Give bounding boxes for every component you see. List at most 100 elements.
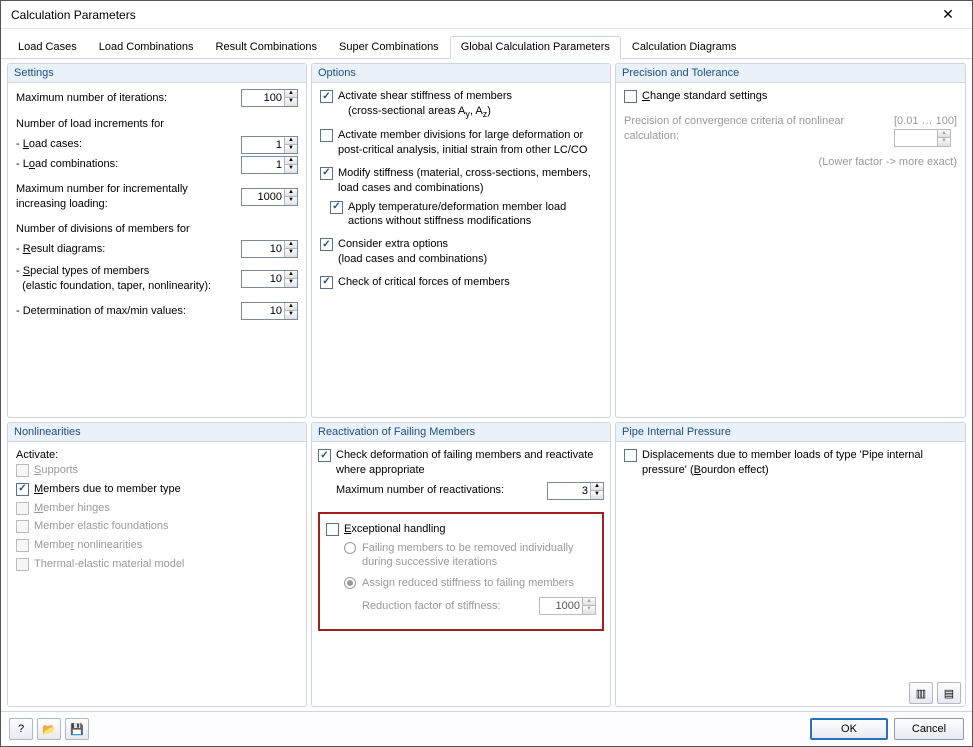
load-cases-input[interactable] [242, 137, 284, 153]
spinner-up-icon[interactable]: ▲ [285, 241, 297, 249]
spinner-down-icon[interactable]: ▼ [285, 279, 297, 287]
load-comb-spinner[interactable]: ▲▼ [241, 156, 298, 174]
chk-modify-stiffness[interactable]: Modify stiffness (material, cross-sectio… [320, 166, 602, 196]
max-iter-input[interactable] [242, 90, 284, 106]
chk-member-nonlin: Member nonlinearities [16, 538, 298, 553]
spinner-up-icon[interactable]: ▲ [285, 303, 297, 311]
checkbox-icon[interactable] [318, 449, 331, 462]
tab-load-combinations[interactable]: Load Combinations [88, 36, 205, 59]
tab-result-combinations[interactable]: Result Combinations [205, 36, 329, 59]
max-incr-spinner[interactable]: ▲▼ [241, 188, 298, 206]
panel-precision: Precision and Tolerance Change standard … [615, 63, 966, 418]
chk-apply-temp[interactable]: Apply temperature/deformation member loa… [330, 200, 602, 230]
chk-extra-options[interactable]: Consider extra options(load cases and co… [320, 237, 602, 267]
spinner-down-icon[interactable]: ▼ [285, 98, 297, 106]
toolbar-icon-1[interactable]: ▥ [909, 682, 933, 704]
chk-check-def-label: Check deformation of failing members and… [336, 448, 604, 478]
spec-types-spinner[interactable]: ▲▼ [241, 270, 298, 288]
spinner-down-icon[interactable]: ▼ [285, 145, 297, 153]
checkbox-icon [16, 520, 29, 533]
spinner-up-icon[interactable]: ▲ [591, 483, 603, 491]
det-spinner[interactable]: ▲▼ [241, 302, 298, 320]
det-label: - Determination of max/min values: [16, 304, 235, 319]
conv-hint: (Lower factor -> more exact) [624, 155, 957, 170]
close-icon[interactable]: ✕ [930, 4, 966, 26]
titlebar-title: Calculation Parameters [11, 8, 136, 22]
chk-exceptional[interactable]: Exceptional handling [326, 522, 596, 537]
spinner-down-icon[interactable]: ▼ [285, 165, 297, 173]
checkbox-icon[interactable] [326, 523, 339, 536]
spinner-down-icon[interactable]: ▼ [591, 491, 603, 499]
chk-change-settings[interactable]: Change standard settings [624, 89, 957, 104]
panel-options: Options Activate shear stiffness of memb… [311, 63, 611, 418]
titlebar: Calculation Parameters ✕ [1, 1, 972, 29]
res-diag-spinner[interactable]: ▲▼ [241, 240, 298, 258]
checkbox-icon [16, 539, 29, 552]
activate-label: Activate: [16, 448, 298, 463]
checkbox-icon[interactable] [624, 449, 637, 462]
ok-button[interactable]: OK [810, 718, 888, 740]
max-react-label: Maximum number of reactivations: [336, 483, 541, 498]
chk-member-divisions[interactable]: Activate member divisions for large defo… [320, 128, 602, 158]
panel-reactivation: Reactivation of Failing Members Check de… [311, 422, 611, 707]
save-icon[interactable]: 💾 [65, 718, 89, 740]
num-incr-heading: Number of load increments for [16, 117, 298, 132]
panel-nonlinearities: Nonlinearities Activate: Supports Member… [7, 422, 307, 707]
tab-load-cases[interactable]: Load Cases [7, 36, 88, 59]
load-cases-label: oad cases: [29, 138, 82, 150]
max-iter-label: Maximum number of iterations: [16, 91, 235, 106]
checkbox-icon[interactable] [330, 201, 343, 214]
conv-label: Precision of convergence criteria of non… [624, 114, 884, 144]
conv-range: [0.01 … 100] [894, 114, 957, 129]
open-icon[interactable]: 📂 [37, 718, 61, 740]
res-diag-input[interactable] [242, 241, 284, 257]
max-iter-spinner[interactable]: ▲▼ [241, 89, 298, 107]
tab-global-calc-params[interactable]: Global Calculation Parameters [450, 36, 621, 59]
spinner-down-icon[interactable]: ▼ [285, 311, 297, 319]
chk-check-deformation[interactable]: Check deformation of failing members and… [318, 448, 604, 478]
det-input[interactable] [242, 303, 284, 319]
spinner-up-icon[interactable]: ▲ [285, 90, 297, 98]
chk-critical-forces-label: Check of critical forces of members [338, 275, 510, 290]
panel-head-pipe: Pipe Internal Pressure [616, 423, 965, 442]
checkbox-icon[interactable] [320, 90, 333, 103]
spec-types-input[interactable] [242, 271, 284, 287]
tab-super-combinations[interactable]: Super Combinations [328, 36, 450, 59]
max-incr-label: Maximum number for incrementallyincreasi… [16, 182, 235, 212]
chk-members-type[interactable]: Members due to member type [16, 482, 298, 497]
max-incr-input[interactable] [242, 189, 284, 205]
spinner-up-icon[interactable]: ▲ [285, 157, 297, 165]
chk-member-divisions-label: Activate member divisions for large defo… [338, 128, 602, 158]
radio-assign-reduced: Assign reduced stiffness to failing memb… [344, 576, 596, 591]
checkbox-icon [16, 502, 29, 515]
tab-bar: Load Cases Load Combinations Result Comb… [1, 29, 972, 59]
spinner-down-icon[interactable]: ▼ [285, 197, 297, 205]
spinner-up-icon[interactable]: ▲ [285, 137, 297, 145]
footer: ? 📂 💾 OK Cancel [1, 711, 972, 746]
spinner-up-icon[interactable]: ▲ [285, 189, 297, 197]
spinner-up-icon[interactable]: ▲ [285, 271, 297, 279]
chk-critical-forces[interactable]: Check of critical forces of members [320, 275, 602, 290]
checkbox-icon[interactable] [320, 167, 333, 180]
spinner-down-icon[interactable]: ▼ [285, 249, 297, 257]
help-icon[interactable]: ? [9, 718, 33, 740]
checkbox-icon[interactable] [320, 238, 333, 251]
chk-hinges: Member hinges [16, 501, 298, 516]
chk-displacements[interactable]: Displacements due to member loads of typ… [624, 448, 957, 478]
panel-head-precision: Precision and Tolerance [616, 64, 965, 83]
checkbox-icon[interactable] [320, 129, 333, 142]
checkbox-icon[interactable] [624, 90, 637, 103]
load-cases-spinner[interactable]: ▲▼ [241, 136, 298, 154]
checkbox-icon[interactable] [16, 483, 29, 496]
chk-shear-stiffness[interactable]: Activate shear stiffness of members(cros… [320, 89, 602, 120]
cancel-button[interactable]: Cancel [894, 718, 964, 740]
reduction-input [540, 598, 582, 614]
panel-head-options: Options [312, 64, 610, 83]
checkbox-icon[interactable] [320, 276, 333, 289]
toolbar-icon-2[interactable]: ▤ [937, 682, 961, 704]
max-react-input[interactable] [548, 483, 590, 499]
tab-calc-diagrams[interactable]: Calculation Diagrams [621, 36, 748, 59]
load-comb-input[interactable] [242, 157, 284, 173]
res-diag-label: esult diagrams: [31, 243, 106, 255]
max-react-spinner[interactable]: ▲▼ [547, 482, 604, 500]
